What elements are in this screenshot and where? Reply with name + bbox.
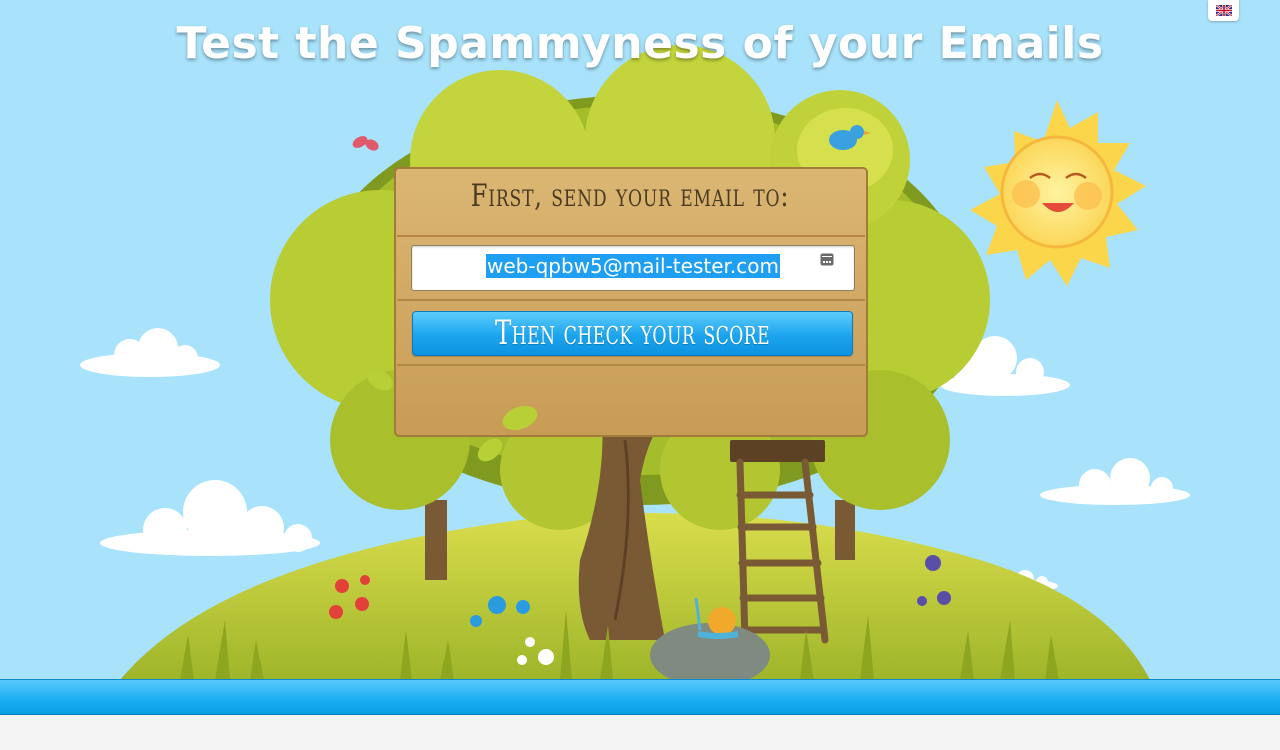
uk-flag-icon (1216, 5, 1232, 16)
language-selector[interactable] (1208, 0, 1239, 21)
email-address-wrap: web-qpbw5@mail-tester.com (412, 254, 854, 278)
check-score-button-label: Then check your score (494, 313, 771, 353)
treehouse-illustration (0, 0, 1280, 687)
email-address-field[interactable]: web-qpbw5@mail-tester.com (411, 245, 855, 291)
footer-bar (0, 679, 1280, 715)
page-title: Test the Spammyness of your Emails (176, 18, 1104, 69)
sign-heading: First, send your email to: (470, 178, 790, 214)
copy-icon[interactable] (820, 253, 834, 266)
email-address[interactable]: web-qpbw5@mail-tester.com (486, 254, 780, 278)
check-score-button[interactable]: Then check your score (412, 311, 853, 356)
